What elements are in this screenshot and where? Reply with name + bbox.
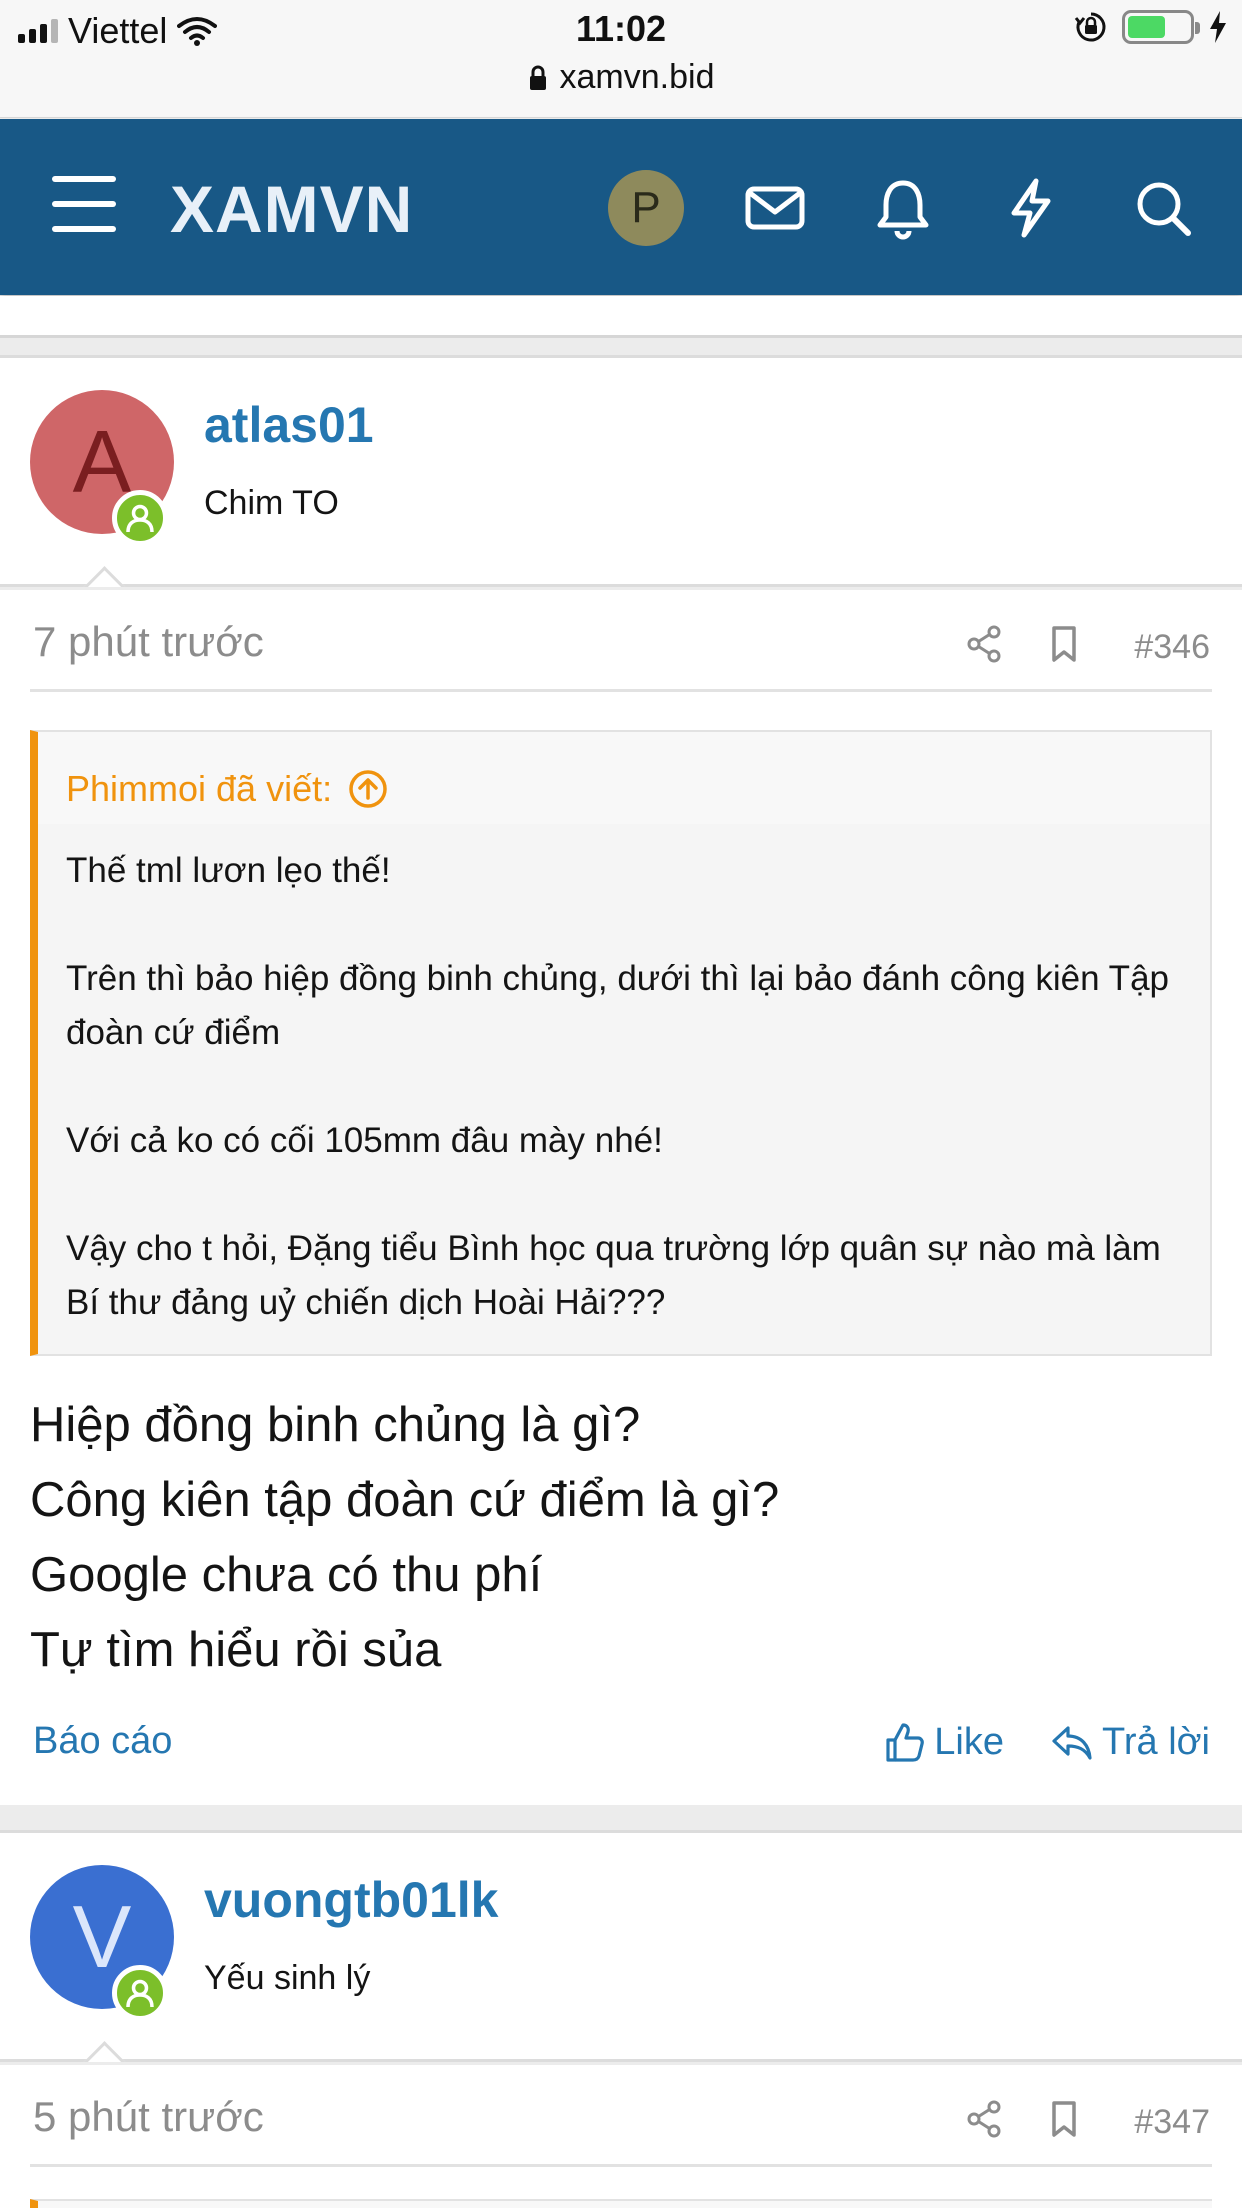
battery-icon bbox=[1122, 10, 1200, 44]
user-title: Yếu sinh lý bbox=[204, 1959, 371, 1997]
post-time[interactable]: 7 phút trước bbox=[33, 618, 264, 666]
post-time[interactable]: 5 phút trước bbox=[33, 2093, 264, 2141]
username[interactable]: atlas01 bbox=[204, 396, 374, 454]
previous-post-end bbox=[0, 296, 1242, 338]
url-text: xamvn.bid bbox=[559, 58, 715, 96]
reply-button[interactable]: Trả lời bbox=[1050, 1720, 1210, 1764]
charging-icon bbox=[1210, 11, 1226, 43]
status-right bbox=[1074, 10, 1228, 44]
user-title: Chim TO bbox=[204, 484, 339, 522]
message-line: Công kiên tập đoàn cứ điểm là gì? bbox=[30, 1473, 780, 1527]
bookmark-icon[interactable] bbox=[1044, 624, 1084, 664]
post-body: 7 phút trước #346 Phimmoi đã viết: Thế t… bbox=[0, 590, 1242, 1805]
like-button[interactable]: Like bbox=[882, 1720, 1004, 1764]
reply-label: Trả lời bbox=[1102, 1720, 1210, 1763]
online-status-icon bbox=[112, 1965, 168, 2021]
user-avatar[interactable]: P bbox=[608, 170, 684, 246]
post-meta: 5 phút trước #347 bbox=[30, 2065, 1212, 2167]
report-link[interactable]: Báo cáo bbox=[33, 1720, 172, 1763]
site-logo[interactable]: XAMVN bbox=[170, 171, 413, 247]
reply-icon bbox=[1052, 1726, 1092, 1760]
quote-line: Thế tml lươn lẹo thế! bbox=[66, 851, 391, 890]
mail-icon[interactable] bbox=[742, 175, 808, 241]
post-actions: Báo cáo Like Trả lời bbox=[30, 1720, 1212, 1780]
post-user-block: A atlas01 Chim TO bbox=[0, 355, 1242, 587]
message-line: Tự tìm hiểu rồi sủa bbox=[30, 1623, 442, 1677]
post-user-block: V vuongtb01lk Yếu sinh lý bbox=[0, 1830, 1242, 2062]
post-number[interactable]: #347 bbox=[1134, 2103, 1210, 2142]
like-label: Like bbox=[934, 1720, 1004, 1763]
message-line: Hiệp đồng binh chủng là gì? bbox=[30, 1398, 641, 1452]
notch bbox=[82, 2040, 126, 2062]
share-icon[interactable] bbox=[964, 624, 1004, 664]
quote-author[interactable]: Phimmoi đã viết: bbox=[66, 768, 332, 810]
share-icon[interactable] bbox=[964, 2099, 1004, 2139]
message-line: Google chưa có thu phí bbox=[30, 1548, 543, 1602]
quote-line: Với cả ko có cối 105mm đâu mày nhé! bbox=[66, 1121, 663, 1160]
rotation-lock-icon bbox=[1074, 12, 1106, 42]
quote-block bbox=[30, 2199, 1212, 2208]
quote-block: Phimmoi đã viết: Thế tml lươn lẹo thế! T… bbox=[30, 730, 1212, 1356]
post-message: Hiệp đồng binh chủng là gì? Công kiên tậ… bbox=[30, 1388, 779, 1688]
lightning-icon[interactable] bbox=[998, 175, 1064, 241]
arrow-up-circle-icon[interactable] bbox=[348, 769, 388, 809]
site-header: XAMVN P bbox=[0, 119, 1242, 295]
username[interactable]: vuongtb01lk bbox=[204, 1871, 498, 1929]
online-status-icon bbox=[112, 490, 168, 546]
menu-icon[interactable] bbox=[52, 176, 116, 232]
address-bar[interactable]: xamvn.bid bbox=[0, 58, 1242, 97]
notch bbox=[82, 565, 126, 587]
status-time: 11:02 bbox=[575, 8, 667, 49]
status-bar: Viettel 11:02 xamvn.bid bbox=[0, 0, 1242, 118]
quote-text: Thế tml lươn lẹo thế! Trên thì bảo hiệp … bbox=[38, 824, 1210, 1330]
bookmark-icon[interactable] bbox=[1044, 2099, 1084, 2139]
quote-line: Vậy cho t hỏi, Đặng tiểu Bình học qua tr… bbox=[66, 1229, 1161, 1322]
bell-icon[interactable] bbox=[870, 175, 936, 241]
quote-header[interactable]: Phimmoi đã viết: bbox=[38, 732, 1210, 824]
post-number[interactable]: #346 bbox=[1134, 628, 1210, 667]
quote-line: Trên thì bảo hiệp đồng binh chủng, dưới … bbox=[66, 959, 1169, 1052]
post-body: 5 phút trước #347 bbox=[0, 2065, 1242, 2208]
search-icon[interactable] bbox=[1130, 175, 1196, 241]
thumbs-up-icon bbox=[886, 1723, 925, 1762]
post-meta: 7 phút trước #346 bbox=[30, 590, 1212, 692]
lock-icon bbox=[529, 65, 546, 90]
